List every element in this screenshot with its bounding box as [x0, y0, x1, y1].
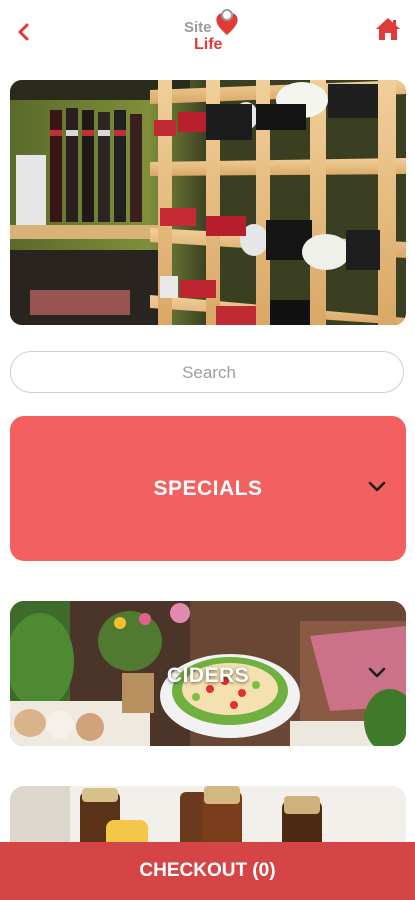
- hero-wine-rack-image: [10, 80, 406, 325]
- logo-text-site: Site: [184, 19, 212, 36]
- heart-pin-icon: [216, 9, 238, 35]
- category-label: SPECIALS: [153, 477, 263, 500]
- logo-text-life: Life: [194, 36, 223, 53]
- home-button[interactable]: [373, 14, 403, 44]
- checkout-button[interactable]: CHECKOUT (0): [0, 842, 415, 900]
- chevron-left-icon: [18, 23, 29, 41]
- chevron-down-icon: [368, 667, 386, 678]
- search-input[interactable]: [11, 352, 407, 394]
- category-ciders[interactable]: CIDERS: [10, 601, 406, 746]
- site-life-logo: Site Life: [180, 6, 242, 54]
- search-bar[interactable]: [10, 351, 407, 394]
- home-icon: [376, 18, 400, 40]
- category-specials[interactable]: SPECIALS: [10, 416, 406, 561]
- app-header: Site Life: [0, 0, 415, 62]
- back-button[interactable]: [10, 18, 38, 46]
- category-label: CIDERS: [166, 664, 250, 687]
- chevron-down-icon: [368, 481, 386, 492]
